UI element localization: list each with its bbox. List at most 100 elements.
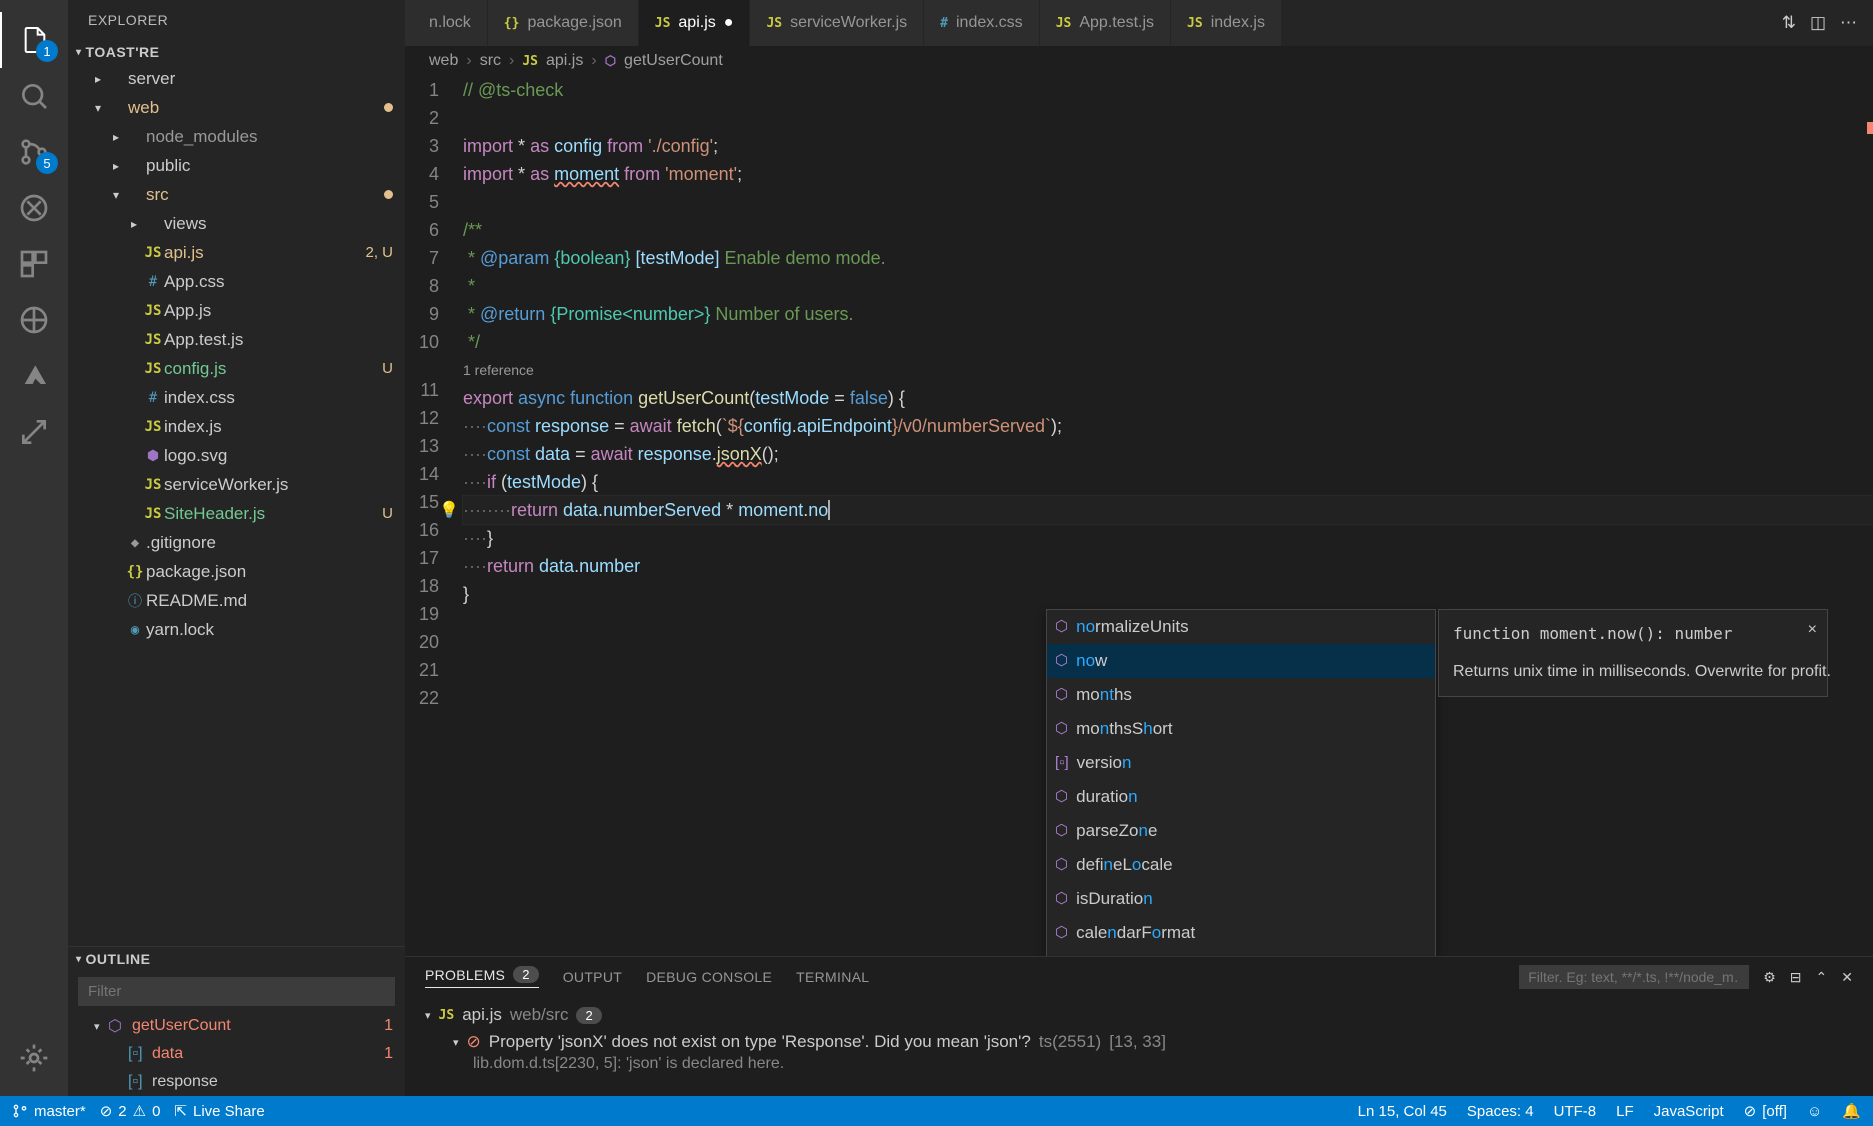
tree-item[interactable]: ▸node_modules (68, 122, 405, 151)
search-icon[interactable] (0, 68, 68, 124)
tree-item[interactable]: ▾src (68, 180, 405, 209)
settings-icon[interactable] (0, 1030, 68, 1086)
suggest-item[interactable]: ⬡isDuration (1047, 882, 1435, 916)
suggest-item[interactable]: [▫]version (1047, 746, 1435, 780)
tree-item[interactable]: ⬢logo.svg (68, 441, 405, 470)
tree-item[interactable]: JSapi.js2, U (68, 238, 405, 267)
tree-item[interactable]: JSSiteHeader.jsU (68, 499, 405, 528)
tree-item[interactable]: ◉yarn.lock (68, 615, 405, 644)
scm-badge: 5 (36, 152, 58, 174)
error-count-icon: ⊘ (100, 1102, 113, 1120)
explorer-badge: 1 (36, 40, 58, 62)
filter-settings-icon[interactable]: ⚙ (1763, 969, 1776, 986)
error-icon: ⊘ (467, 1032, 481, 1052)
editor-tab[interactable]: JSserviceWorker.js (750, 0, 924, 46)
panel-tab[interactable]: TERMINAL (796, 969, 869, 985)
compare-icon[interactable]: ⇅ (1782, 13, 1796, 33)
editor-tab[interactable]: JSApp.test.js (1040, 0, 1171, 46)
suggest-item[interactable]: ⬡calendarFormat (1047, 916, 1435, 950)
suggest-item[interactable]: ⬡isMoment (1047, 950, 1435, 956)
suggest-item[interactable]: ⬡months (1047, 678, 1435, 712)
tree-item[interactable]: ▸views (68, 209, 405, 238)
codelens[interactable]: 1 reference (463, 356, 1873, 384)
editor-tab[interactable]: n.lock (405, 0, 488, 46)
tree-item[interactable]: ◆.gitignore (68, 528, 405, 557)
extensions-icon[interactable] (0, 236, 68, 292)
tree-item[interactable]: JSconfig.jsU (68, 354, 405, 383)
outline-item[interactable]: [▫]data1 (68, 1040, 405, 1068)
editor-tab[interactable]: {}package.json (488, 0, 639, 46)
language-status[interactable]: JavaScript (1654, 1103, 1724, 1120)
scm-icon[interactable]: 5 (0, 124, 68, 180)
tree-item[interactable]: #index.css (68, 383, 405, 412)
panel-tab[interactable]: OUTPUT (563, 969, 622, 985)
split-editor-icon[interactable]: ◫ (1810, 13, 1826, 33)
tree-item[interactable]: ▸server (68, 64, 405, 93)
problem-item[interactable]: ▾ ⊘ Property 'jsonX' does not exist on t… (425, 1029, 1853, 1055)
suggest-widget[interactable]: ⬡normalizeUnits⬡now⬡months⬡monthsShort[▫… (1046, 609, 1436, 956)
outline-filter-input[interactable] (78, 977, 395, 1006)
editor-area: n.lock{}package.jsonJSapi.js●JSserviceWo… (405, 0, 1873, 1096)
panel-tab[interactable]: PROBLEMS 2 (425, 966, 539, 988)
tab-bar: n.lock{}package.jsonJSapi.js●JSserviceWo… (405, 0, 1873, 46)
explorer-icon[interactable]: 1 (0, 12, 68, 68)
suggest-item[interactable]: ⬡parseZone (1047, 814, 1435, 848)
tab-actions: ⇅ ◫ ⋯ (1766, 0, 1873, 46)
indentation-status[interactable]: Spaces: 4 (1467, 1103, 1534, 1120)
problems-filter-input[interactable] (1519, 965, 1749, 989)
remote-icon[interactable] (0, 292, 68, 348)
panel-tab[interactable]: DEBUG CONSOLE (646, 969, 772, 985)
tree-item[interactable]: JSApp.js (68, 296, 405, 325)
problems-body: ▾ JS api.js web/src 2 ▾ ⊘ Property 'json… (405, 997, 1873, 1077)
suggest-item[interactable]: ⬡monthsShort (1047, 712, 1435, 746)
activity-bar: 1 5 (0, 0, 68, 1096)
outline-item[interactable]: ▾⬡getUserCount1 (68, 1012, 405, 1040)
liveshare-icon[interactable] (0, 404, 68, 460)
editor-tab[interactable]: #index.css (924, 0, 1040, 46)
tree-item[interactable]: JSserviceWorker.js (68, 470, 405, 499)
azure-icon[interactable] (0, 348, 68, 404)
code-editor[interactable]: 12345678910 111213141516171819202122 // … (405, 76, 1873, 956)
more-icon[interactable]: ⋯ (1840, 13, 1857, 33)
tree-item[interactable]: JSindex.js (68, 412, 405, 441)
editor-tab[interactable]: JSapi.js● (639, 0, 751, 46)
outline-section: ▾OUTLINE ▾⬡getUserCount1[▫]data1[▫]respo… (68, 946, 405, 1096)
tree-item[interactable]: ⓘREADME.md (68, 586, 405, 615)
eol-status[interactable]: LF (1616, 1103, 1634, 1120)
prettier-status[interactable]: ⊘[off] (1744, 1102, 1787, 1120)
hover-doc: ×function moment.now(): numberReturns un… (1438, 609, 1828, 697)
close-icon[interactable]: ✕ (1841, 969, 1853, 986)
file-tree: ▸server▾web▸node_modules▸public▾src▸view… (68, 64, 405, 946)
tree-item[interactable]: ▸public (68, 151, 405, 180)
branch-status[interactable]: master* (12, 1103, 86, 1120)
breadcrumb[interactable]: web›src›JSapi.js›⬡getUserCount (405, 46, 1873, 76)
feedback-icon[interactable]: ☺ (1807, 1103, 1822, 1120)
collapse-icon[interactable]: ⊟ (1790, 969, 1802, 986)
outline-header[interactable]: ▾OUTLINE (68, 947, 405, 971)
problem-file-row[interactable]: ▾ JS api.js web/src 2 (425, 1001, 1853, 1029)
debug-icon[interactable] (0, 180, 68, 236)
liveshare-status[interactable]: ⇱Live Share (174, 1102, 264, 1120)
sidebar-title: EXPLORER (68, 0, 405, 40)
editor-tab[interactable]: JSindex.js (1171, 0, 1282, 46)
tree-item[interactable]: #App.css (68, 267, 405, 296)
problem-hint: lib.dom.d.ts[2230, 5]: 'json' is declare… (425, 1055, 1853, 1073)
lightbulb-icon[interactable]: 💡 (439, 497, 459, 525)
cursor-position[interactable]: Ln 15, Col 45 (1358, 1103, 1447, 1120)
suggest-item[interactable]: ⬡defineLocale (1047, 848, 1435, 882)
tree-item[interactable]: JSApp.test.js (68, 325, 405, 354)
close-icon[interactable]: × (1808, 616, 1817, 644)
outline-item[interactable]: [▫]response (68, 1068, 405, 1096)
problems-status[interactable]: ⊘2⚠0 (100, 1102, 161, 1120)
bell-icon[interactable]: 🔔 (1842, 1102, 1861, 1120)
tree-item[interactable]: ▾web (68, 93, 405, 122)
bottom-panel: PROBLEMS 2 OUTPUT DEBUG CONSOLE TERMINAL ⚙ ⊟ ⌃… (405, 956, 1873, 1096)
suggest-item[interactable]: ⬡normalizeUnits (1047, 610, 1435, 644)
tree-item[interactable]: {}package.json (68, 557, 405, 586)
explorer-section-header[interactable]: ▾TOAST'RE (68, 40, 405, 64)
encoding-status[interactable]: UTF-8 (1554, 1103, 1597, 1120)
suggest-item[interactable]: ⬡duration (1047, 780, 1435, 814)
chevron-up-icon[interactable]: ⌃ (1816, 969, 1828, 986)
sidebar: EXPLORER ▾TOAST'RE ▸server▾web▸node_modu… (68, 0, 405, 1096)
suggest-item[interactable]: ⬡now (1047, 644, 1435, 678)
